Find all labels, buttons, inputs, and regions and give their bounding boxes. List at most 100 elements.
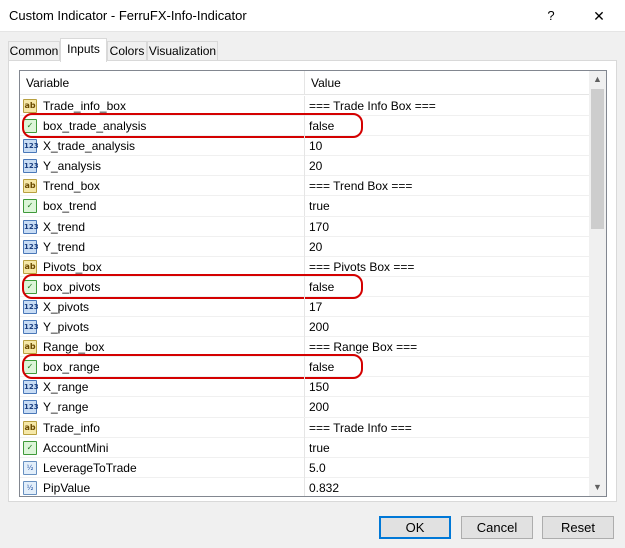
- scroll-down-arrow-icon[interactable]: ▼: [589, 479, 606, 496]
- grid-row[interactable]: 123 X_trade_analysis 10: [20, 136, 589, 157]
- value-cell[interactable]: 20: [309, 237, 322, 257]
- value-cell[interactable]: false: [309, 357, 334, 377]
- grid-row[interactable]: ✓ box_range false: [20, 354, 589, 380]
- variable-cell: ab Trade_info: [20, 417, 305, 438]
- value-cell[interactable]: === Range Box ===: [309, 337, 417, 357]
- variable-cell: 123 X_pivots: [20, 296, 305, 317]
- variable-name: Y_range: [43, 400, 89, 415]
- variable-name: AccountMini: [43, 440, 109, 455]
- num-icon: 123: [23, 159, 39, 174]
- window-title: Custom Indicator - FerruFX-Info-Indicato…: [9, 8, 247, 23]
- value-cell[interactable]: 0.832: [309, 478, 339, 496]
- variable-name: box_trend: [43, 199, 97, 214]
- value-cell[interactable]: 170: [309, 217, 329, 237]
- grid-row[interactable]: ½ PipValue 0.832: [20, 477, 589, 496]
- grid-row[interactable]: ½ LeverageToTrade 5.0: [20, 457, 589, 478]
- variable-name: box_pivots: [43, 279, 101, 294]
- num-icon: 123: [23, 239, 39, 254]
- value-cell[interactable]: 20: [309, 156, 322, 176]
- cancel-button[interactable]: Cancel: [461, 516, 533, 539]
- variable-cell: ab Trend_box: [20, 176, 305, 197]
- variable-name: X_pivots: [43, 299, 90, 314]
- value-cell[interactable]: 200: [309, 397, 329, 417]
- grid-header: Variable Value: [20, 71, 589, 95]
- scroll-thumb[interactable]: [591, 89, 604, 229]
- vertical-scrollbar[interactable]: ▲ ▼: [589, 71, 606, 496]
- variable-name: Y_pivots: [43, 320, 90, 335]
- value-cell[interactable]: 150: [309, 377, 329, 397]
- grid-row[interactable]: ✓ AccountMini true: [20, 437, 589, 458]
- bool-icon: ✓: [23, 360, 37, 375]
- ab-icon: ab: [23, 340, 37, 355]
- variable-name: Pivots_box: [43, 259, 102, 274]
- column-header-value[interactable]: Value: [305, 71, 589, 95]
- ab-icon: ab: [23, 420, 37, 435]
- variable-cell: ab Range_box: [20, 337, 305, 358]
- grid-row[interactable]: 123 Y_trend 20: [20, 236, 589, 257]
- grid-row[interactable]: ab Trade_info_box === Trade Info Box ===: [20, 96, 589, 117]
- num-icon: 123: [23, 139, 39, 154]
- grid-row[interactable]: ✓ box_pivots false: [20, 273, 589, 299]
- tab-inputs[interactable]: Inputs: [60, 38, 107, 62]
- ab-icon: ab: [23, 259, 37, 274]
- tab-colors[interactable]: Colors: [107, 41, 147, 61]
- variable-name: box_range: [43, 360, 100, 375]
- variable-name: X_trend: [43, 219, 86, 234]
- variable-cell: 123 X_range: [20, 377, 305, 398]
- num-icon: 123: [23, 380, 39, 395]
- grid-row[interactable]: ✓ box_trade_analysis false: [20, 113, 589, 139]
- grid-row[interactable]: 123 X_pivots 17: [20, 296, 589, 318]
- value-cell[interactable]: 200: [309, 317, 329, 337]
- value-cell[interactable]: false: [309, 277, 334, 297]
- variable-name: X_range: [43, 380, 89, 395]
- grid-row[interactable]: 123 Y_analysis 20: [20, 156, 589, 177]
- value-cell[interactable]: true: [309, 438, 330, 458]
- num-icon: 123: [23, 320, 39, 335]
- variable-cell: ab Trade_info_box: [20, 96, 305, 116]
- tab-visualization[interactable]: Visualization: [147, 41, 218, 61]
- value-cell[interactable]: true: [309, 196, 330, 216]
- variable-name: LeverageToTrade: [43, 460, 137, 475]
- value-cell[interactable]: 5.0: [309, 458, 326, 478]
- close-button[interactable]: ✕: [582, 4, 616, 28]
- grid-row[interactable]: 123 X_trend 170: [20, 216, 589, 237]
- title-bar: Custom Indicator - FerruFX-Info-Indicato…: [0, 0, 625, 32]
- grid-row[interactable]: ab Pivots_box === Pivots Box ===: [20, 256, 589, 277]
- variable-name: X_trade_analysis: [43, 139, 136, 154]
- grid-row[interactable]: ✓ box_trend true: [20, 196, 589, 217]
- value-cell[interactable]: false: [309, 116, 334, 136]
- tab-common[interactable]: Common: [8, 41, 60, 61]
- variable-cell: 123 X_trade_analysis: [20, 136, 305, 157]
- value-cell[interactable]: 10: [309, 136, 322, 156]
- variable-cell: ✓ box_trade_analysis: [20, 116, 305, 137]
- grid-row[interactable]: ab Trade_info === Trade Info ===: [20, 417, 589, 438]
- ab-icon: ab: [23, 99, 37, 113]
- grid-row[interactable]: 123 X_range 150: [20, 377, 589, 398]
- bool-icon: ✓: [23, 199, 37, 214]
- value-cell[interactable]: === Pivots Box ===: [309, 257, 414, 277]
- variable-cell: ab Pivots_box: [20, 256, 305, 277]
- help-button[interactable]: ?: [536, 4, 566, 28]
- ok-button[interactable]: OK: [379, 516, 451, 539]
- num-icon: 123: [23, 219, 39, 234]
- reset-button[interactable]: Reset: [542, 516, 614, 539]
- column-header-variable[interactable]: Variable: [20, 71, 305, 95]
- value-cell[interactable]: === Trend Box ===: [309, 176, 412, 196]
- variable-name: Trend_box: [43, 179, 100, 194]
- value-cell[interactable]: 17: [309, 297, 322, 317]
- value-cell[interactable]: === Trade Info Box ===: [309, 96, 436, 116]
- variable-cell: ½ PipValue: [20, 477, 305, 496]
- num-icon: 123: [23, 299, 39, 314]
- variable-name: box_trade_analysis: [43, 119, 147, 134]
- inputs-grid: Variable Value ab Trade_info_box === Trade…: [19, 70, 607, 497]
- variable-cell: ✓ AccountMini: [20, 437, 305, 458]
- scroll-up-arrow-icon[interactable]: ▲: [589, 71, 606, 88]
- double-icon: ½: [23, 480, 37, 495]
- grid-row[interactable]: 123 Y_range 200: [20, 397, 589, 418]
- value-cell[interactable]: === Trade Info ===: [309, 418, 412, 438]
- double-icon: ½: [23, 460, 37, 475]
- grid-row[interactable]: ab Range_box === Range Box ===: [20, 337, 589, 358]
- grid-row[interactable]: ab Trend_box === Trend Box ===: [20, 176, 589, 197]
- variable-cell: 123 Y_pivots: [20, 317, 305, 338]
- grid-row[interactable]: 123 Y_pivots 200: [20, 317, 589, 338]
